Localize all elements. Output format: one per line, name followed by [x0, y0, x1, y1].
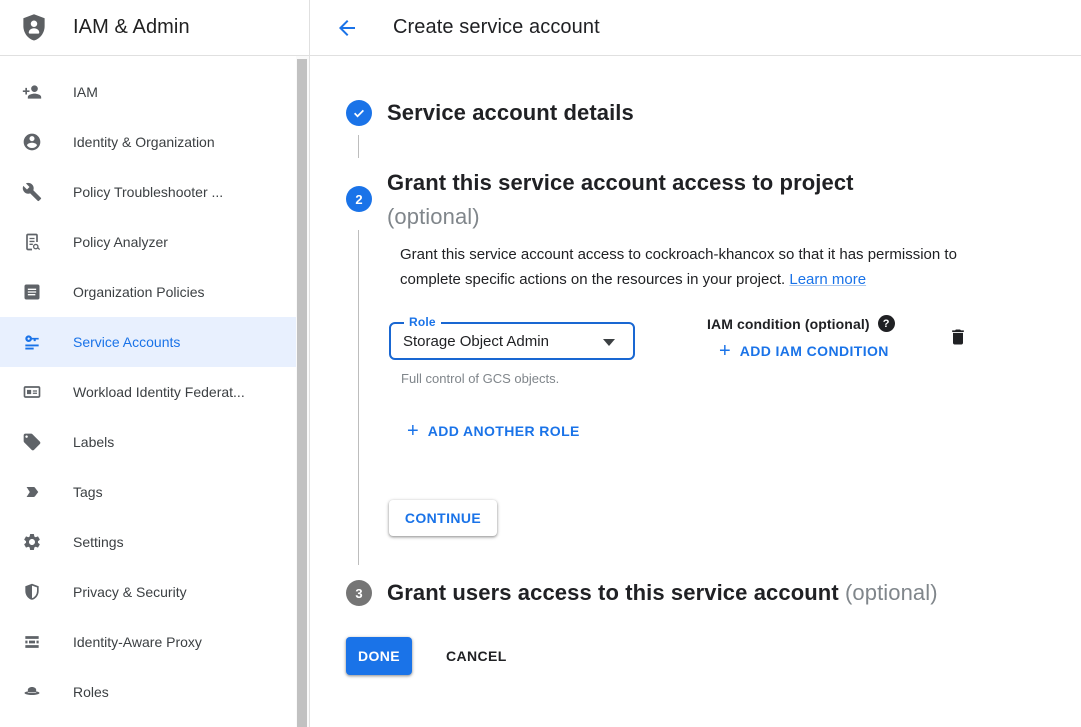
- sidebar-item-label: Identity & Organization: [73, 134, 215, 150]
- step3-title-text: Grant users access to this service accou…: [387, 580, 839, 605]
- sidebar-item-label: Organization Policies: [73, 284, 205, 300]
- role-helper-text: Full control of GCS objects.: [401, 371, 559, 386]
- step2-number-badge: 2: [346, 186, 372, 212]
- sidebar-header: IAM & Admin: [0, 0, 309, 56]
- sidebar-item-label: Service Accounts: [73, 334, 180, 350]
- done-button[interactable]: DONE: [346, 637, 412, 675]
- service-account-key-icon: [22, 332, 42, 352]
- step-connector: [358, 230, 360, 565]
- sidebar-item-settings[interactable]: Settings: [0, 517, 296, 567]
- sidebar-item-identity-organization[interactable]: Identity & Organization: [0, 117, 296, 167]
- step1-completed-check-icon: [346, 100, 372, 126]
- sidebar-item-label: Workload Identity Federat...: [73, 384, 245, 400]
- sidebar-item-policy-troubleshooter[interactable]: Policy Troubleshooter ...: [0, 167, 296, 217]
- sidebar-item-tags[interactable]: Tags: [0, 467, 296, 517]
- shield-icon: [22, 582, 42, 602]
- role-field-label: Role: [404, 315, 441, 329]
- sidebar-item-workload-identity-federation[interactable]: Workload Identity Federat...: [0, 367, 296, 417]
- policy-analyzer-icon: [22, 232, 42, 252]
- sidebar-item-label: Roles: [73, 684, 109, 700]
- app-title: IAM & Admin: [73, 16, 190, 39]
- sidebar-item-label: Tags: [73, 484, 103, 500]
- sidebar-item-roles[interactable]: Roles: [0, 667, 296, 717]
- page-title: Create service account: [393, 16, 600, 39]
- iam-condition-label: IAM condition (optional): [707, 316, 870, 332]
- help-icon[interactable]: ?: [878, 315, 895, 332]
- sidebar-item-labels[interactable]: Labels: [0, 417, 296, 467]
- step3-optional-label: (optional): [845, 580, 938, 605]
- label-tag-icon: [22, 432, 42, 452]
- wrench-icon: [22, 182, 42, 202]
- sidebar: IAM & Admin IAM Identity & Organization …: [0, 0, 310, 727]
- sidebar-item-organization-policies[interactable]: Organization Policies: [0, 267, 296, 317]
- step2-optional-label: (optional): [387, 204, 480, 229]
- sidebar-item-service-accounts[interactable]: Service Accounts: [0, 317, 296, 367]
- step2-description-text: Grant this service account access to coc…: [400, 246, 957, 288]
- sidebar-item-policy-analyzer[interactable]: Policy Analyzer: [0, 217, 296, 267]
- sidebar-item-label: Policy Troubleshooter ...: [73, 184, 223, 200]
- sidebar-item-label: Labels: [73, 434, 114, 450]
- role-select[interactable]: Role Storage Object Admin: [389, 322, 635, 360]
- sidebar-item-privacy-security[interactable]: Privacy & Security: [0, 567, 296, 617]
- iam-admin-console: IAM & Admin IAM Identity & Organization …: [0, 0, 1081, 727]
- id-card-icon: [22, 382, 42, 402]
- sidebar-scrollbar: [296, 56, 309, 727]
- step2-title: Grant this service account access to pro…: [387, 166, 854, 234]
- step3-number-badge: 3: [346, 580, 372, 606]
- sidebar-item-label: Privacy & Security: [73, 584, 187, 600]
- gear-icon: [22, 532, 42, 552]
- sidebar-item-label: Identity-Aware Proxy: [73, 634, 202, 650]
- step2-number: 2: [355, 192, 362, 207]
- learn-more-link[interactable]: Learn more: [789, 271, 866, 288]
- step3-title: Grant users access to this service accou…: [387, 576, 938, 610]
- step3-number: 3: [355, 586, 362, 601]
- add-another-role-label: ADD ANOTHER ROLE: [428, 423, 580, 439]
- iam-shield-logo-icon: [19, 11, 49, 45]
- create-service-account-wizard: Service account details 2 Grant this ser…: [310, 56, 1081, 727]
- delete-role-trash-icon[interactable]: [948, 327, 968, 347]
- step2-title-text: Grant this service account access to pro…: [387, 170, 854, 195]
- role-selected-value: Storage Object Admin: [403, 333, 549, 350]
- plus-icon: +: [719, 343, 731, 359]
- add-another-role-button[interactable]: + ADD ANOTHER ROLE: [407, 423, 580, 439]
- document-list-icon: [22, 282, 42, 302]
- scrollbar-thumb[interactable]: [297, 59, 307, 727]
- add-iam-condition-label: ADD IAM CONDITION: [740, 343, 889, 359]
- plus-icon: +: [407, 423, 419, 439]
- account-circle-icon: [22, 132, 42, 152]
- sidebar-item-label: Settings: [73, 534, 124, 550]
- sidebar-nav: IAM Identity & Organization Policy Troub…: [0, 67, 296, 717]
- step2-description: Grant this service account access to coc…: [400, 242, 985, 292]
- step1-title: Service account details: [387, 96, 634, 130]
- sidebar-item-label: Policy Analyzer: [73, 234, 168, 250]
- continue-button[interactable]: CONTINUE: [389, 500, 497, 536]
- add-iam-condition-button[interactable]: + ADD IAM CONDITION: [719, 343, 889, 359]
- page-header: Create service account: [310, 0, 1081, 56]
- cancel-button[interactable]: CANCEL: [438, 637, 515, 675]
- person-add-icon: [22, 82, 42, 102]
- back-arrow-icon[interactable]: [335, 16, 359, 40]
- tag-arrow-icon: [22, 482, 42, 502]
- step-connector: [358, 135, 360, 158]
- sidebar-item-label: IAM: [73, 84, 98, 100]
- sidebar-item-iam[interactable]: IAM: [0, 67, 296, 117]
- iam-condition-header: IAM condition (optional) ?: [707, 315, 895, 332]
- sidebar-item-identity-aware-proxy[interactable]: Identity-Aware Proxy: [0, 617, 296, 667]
- help-glyph: ?: [883, 318, 890, 330]
- chevron-down-icon: [603, 339, 615, 346]
- hat-icon: [22, 682, 42, 702]
- proxy-stripes-icon: [22, 632, 42, 652]
